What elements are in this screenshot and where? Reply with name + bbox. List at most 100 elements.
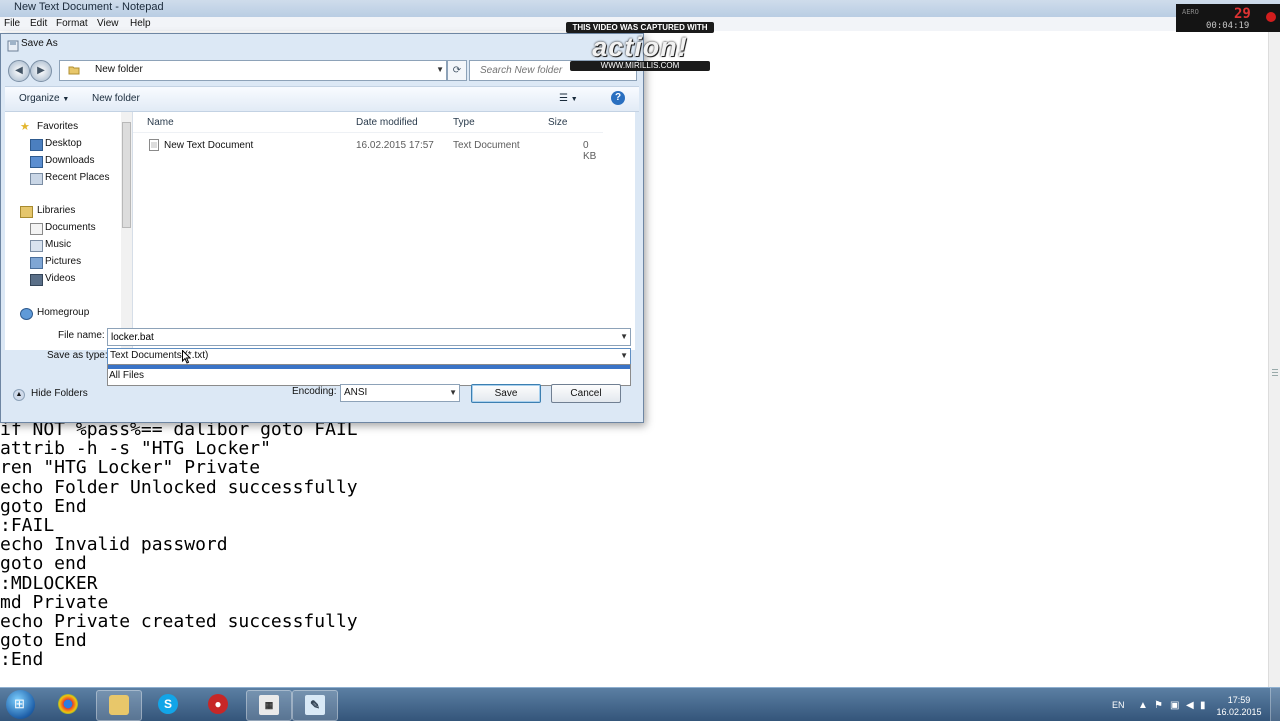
arrow-left-icon: ◀ [15,65,23,76]
text-line: :FAIL [0,515,55,537]
save-type-select[interactable]: Text Documents (*.txt) ▼ [107,348,631,365]
volume-icon[interactable]: ◀ [1186,700,1194,711]
nav-pictures[interactable]: Pictures [5,255,121,270]
dialog-toolbar: Organize ▼ New folder ☰ ▼ ? [5,86,639,112]
encoding-select[interactable]: ANSI ▼ [340,384,460,402]
hide-folders-label: Hide Folders [31,388,88,399]
organize-button[interactable]: Organize ▼ [19,93,69,104]
text-line: goto End [0,630,87,652]
flag-icon[interactable]: ⚑ [1154,700,1163,711]
homegroup-icon [20,308,33,320]
menu-help[interactable]: Help [130,18,151,29]
text-line: :MDLOCKER [0,572,98,594]
address-row: ◀ ▶ New folder ▼ ⟳ [5,58,639,82]
pictures-icon [30,257,43,269]
notepad-vertical-scrollbar[interactable] [1268,31,1280,687]
taskbar: ⊞ S ● ▦ ✎ EN ▲ ⚑ ▣ ◀ ▮ 17:59 16.02.2015 [0,687,1280,721]
nav-label: Downloads [45,155,95,166]
tray-expand-icon[interactable]: ▲ [1138,700,1148,711]
back-button[interactable]: ◀ [8,60,30,82]
file-name-row: File name: ▼ [5,328,639,348]
scrollbar-thumb[interactable] [122,122,131,228]
taskbar-skype[interactable]: S [146,690,190,719]
calendar-icon: ▦ [259,695,279,715]
clock-date[interactable]: 16.02.2015 [1216,707,1262,717]
clock-time[interactable]: 17:59 [1216,695,1262,705]
notepad-title-bar[interactable]: New Text Document - Notepad [0,0,1280,17]
nav-recent-places[interactable]: Recent Places [5,171,121,186]
encoding-label: Encoding: [292,386,337,397]
new-folder-button[interactable]: New folder [92,93,140,104]
address-text: New folder [95,64,143,75]
start-button[interactable]: ⊞ [6,690,35,719]
file-name-label: File name: [58,330,105,341]
taskbar-calendar[interactable]: ▦ [246,690,292,721]
file-name: New Text Document [164,140,254,151]
menu-edit[interactable]: Edit [30,18,47,29]
taskbar-action-recorder[interactable]: ● [196,690,240,719]
notepad-text[interactable]: if NOT %pass%== dalibor goto FAIL attrib… [0,420,358,670]
power-icon[interactable]: ▮ [1200,700,1206,711]
nav-downloads[interactable]: Downloads [5,154,121,169]
text-line: attrib -h -s "HTG Locker" [0,438,271,460]
language-indicator[interactable]: EN [1112,700,1125,710]
nav-favorites[interactable]: ★ Favorites [5,120,121,135]
watermark-url: WWW.MIRILLIS.COM [570,61,710,71]
save-button[interactable]: Save [471,384,541,403]
encoding-value: ANSI [344,387,368,398]
help-icon[interactable]: ? [611,91,625,105]
windows-logo-icon: ⊞ [14,696,25,711]
menu-view[interactable]: View [97,18,119,29]
organize-label: Organize [19,93,60,104]
nav-label: Favorites [37,121,79,132]
taskbar-notepad[interactable]: ✎ [292,690,338,721]
downloads-icon [30,156,43,168]
file-list: Name Date modified Type Size New Text Do… [133,112,635,350]
dialog-title: Save As [21,38,58,49]
chevron-down-icon[interactable]: ▼ [620,351,628,360]
file-row[interactable]: New Text Document 16.02.2015 17:57 Text … [133,112,603,162]
arrow-right-icon: ▶ [37,65,45,76]
nav-videos[interactable]: Videos [5,272,121,287]
text-line: goto End [0,495,87,517]
file-name-field[interactable]: ▼ [107,328,631,346]
save-type-dropdown: All Files [107,364,631,386]
text-line: echo Folder Unlocked successfully [0,476,358,498]
text-line: :End [0,649,44,671]
file-type: Text Document [453,140,520,151]
nav-documents[interactable]: Documents [5,221,121,236]
text-file-icon [149,139,159,151]
chevron-down-icon[interactable]: ▼ [449,388,457,397]
taskbar-explorer[interactable] [96,690,142,721]
forward-button[interactable]: ▶ [30,60,52,82]
chevron-down-icon[interactable]: ▼ [436,65,444,74]
chrome-icon [58,694,78,714]
network-icon[interactable]: ▣ [1170,700,1179,711]
refresh-button[interactable]: ⟳ [447,60,467,81]
nav-music[interactable]: Music [5,238,121,253]
nav-label: Videos [45,273,76,284]
save-as-dialog: Save As ◀ ▶ New folder ▼ ⟳ Organize ▼ Ne… [0,33,644,423]
refresh-icon: ⟳ [452,65,462,76]
taskbar-chrome[interactable] [46,690,90,719]
show-desktop-button[interactable] [1270,688,1280,721]
nav-libraries[interactable]: Libraries [5,204,121,219]
address-bar[interactable]: New folder ▼ [59,60,447,81]
file-name-input[interactable] [108,329,614,345]
chevron-down-icon: ▼ [570,96,578,103]
dropdown-option-all-files[interactable]: All Files [109,370,629,382]
dropdown-option-text-documents[interactable] [108,365,630,369]
cancel-button[interactable]: Cancel [551,384,621,403]
menu-file[interactable]: File [4,18,20,29]
nav-desktop[interactable]: Desktop [5,137,121,152]
chevron-down-icon[interactable]: ▼ [620,332,628,341]
nav-homegroup[interactable]: Homegroup [5,306,121,321]
record-time: 00:04:19 [1206,21,1250,31]
videos-icon [30,274,43,286]
menu-format[interactable]: Format [56,18,88,29]
folder-icon [68,66,80,75]
view-options-button[interactable]: ☰ ▼ [559,93,578,104]
nav-pane-scrollbar[interactable] [121,112,132,350]
libraries-icon [20,206,33,218]
chevron-up-icon: ▲ [13,389,25,401]
